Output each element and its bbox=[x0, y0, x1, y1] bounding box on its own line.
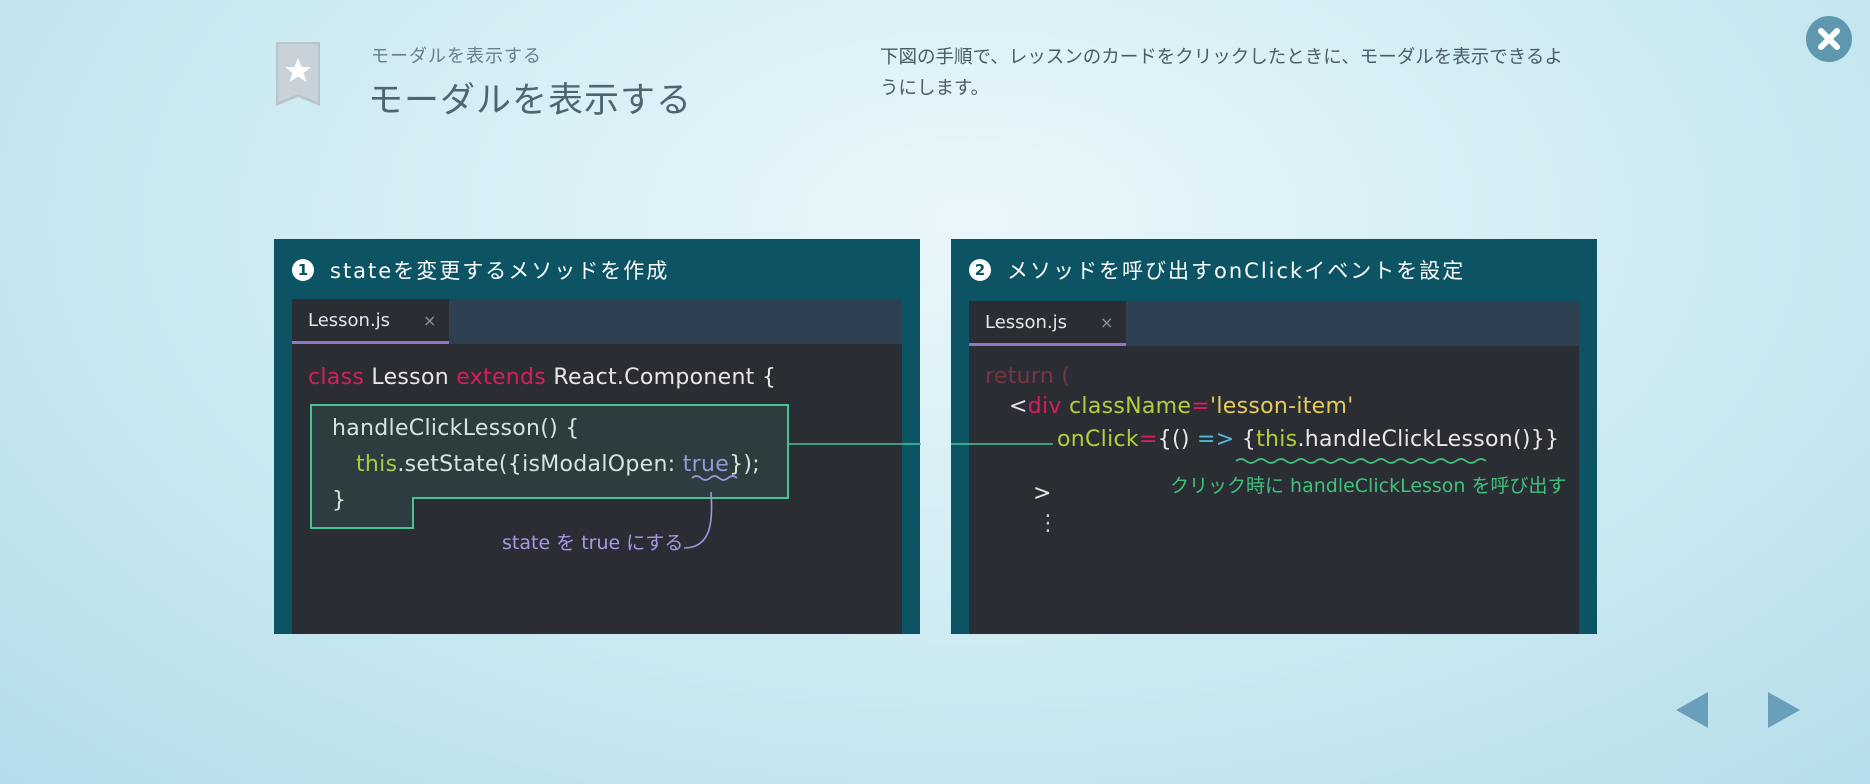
onclick-note: クリック時に handleClickLesson を呼び出す bbox=[1170, 475, 1567, 497]
next-slide-button[interactable] bbox=[1766, 690, 1802, 730]
method-highlight-box bbox=[310, 404, 789, 529]
true-note-curve bbox=[683, 491, 713, 549]
prev-slide-button[interactable] bbox=[1674, 690, 1710, 730]
arrow-left-icon bbox=[1676, 692, 1708, 728]
arrow-right-icon bbox=[1768, 692, 1800, 728]
annotation-overlay bbox=[310, 404, 1487, 549]
state-true-note: state を true にする bbox=[502, 532, 684, 554]
handler-wavy-underline bbox=[1235, 458, 1487, 464]
